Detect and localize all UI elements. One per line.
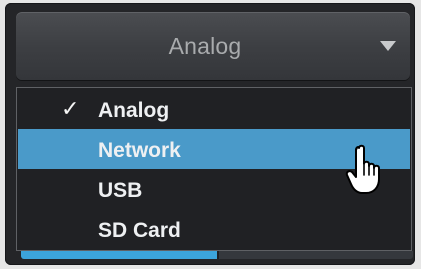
level-meter-fill [21, 251, 217, 259]
input-source-dropdown[interactable]: Analog [16, 12, 410, 80]
menu-item-analog[interactable]: ✓ Analog [18, 89, 410, 129]
menu-item-sd-card[interactable]: SD Card [18, 209, 410, 249]
menu-item-label: SD Card [98, 219, 181, 242]
hand-cursor-icon [345, 144, 380, 194]
checkmark-icon: ✓ [61, 96, 80, 121]
menu-item-label: USB [98, 179, 143, 202]
menu-item-label: Analog [98, 99, 170, 122]
chevron-down-icon [380, 41, 396, 51]
meter-divider [217, 251, 219, 259]
level-meter [21, 251, 413, 259]
menu-item-label: Network [98, 139, 181, 162]
input-source-panel: Analog ✓ Analog Network USB SD Card [0, 0, 421, 269]
dropdown-selected-value: Analog [168, 32, 242, 59]
